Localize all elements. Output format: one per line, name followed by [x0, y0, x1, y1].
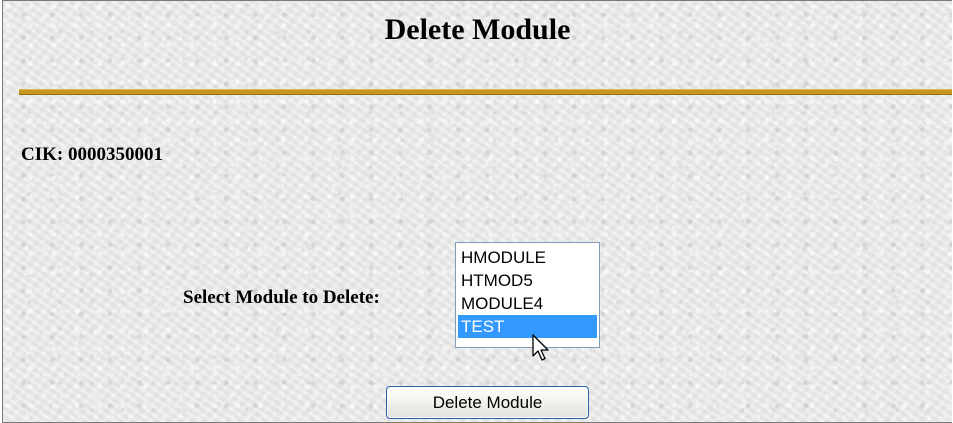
module-option-module4[interactable]: MODULE4	[458, 292, 597, 315]
page-frame: Delete Module CIK: 0000350001 Select Mod…	[2, 0, 952, 423]
page-title: Delete Module	[384, 13, 571, 46]
divider-rule	[19, 89, 952, 95]
module-option-test[interactable]: TEST	[458, 315, 597, 338]
select-module-label: Select Module to Delete:	[183, 287, 380, 308]
module-option-htmod5[interactable]: HTMOD5	[458, 269, 597, 292]
delete-module-button[interactable]: Delete Module	[386, 386, 589, 419]
module-option-hmodule[interactable]: HMODULE	[458, 246, 597, 269]
module-listbox[interactable]: HMODULE HTMOD5 MODULE4 TEST	[455, 242, 600, 348]
arrow-pointer-icon	[532, 334, 549, 361]
cik-label: CIK: 0000350001	[21, 144, 163, 165]
